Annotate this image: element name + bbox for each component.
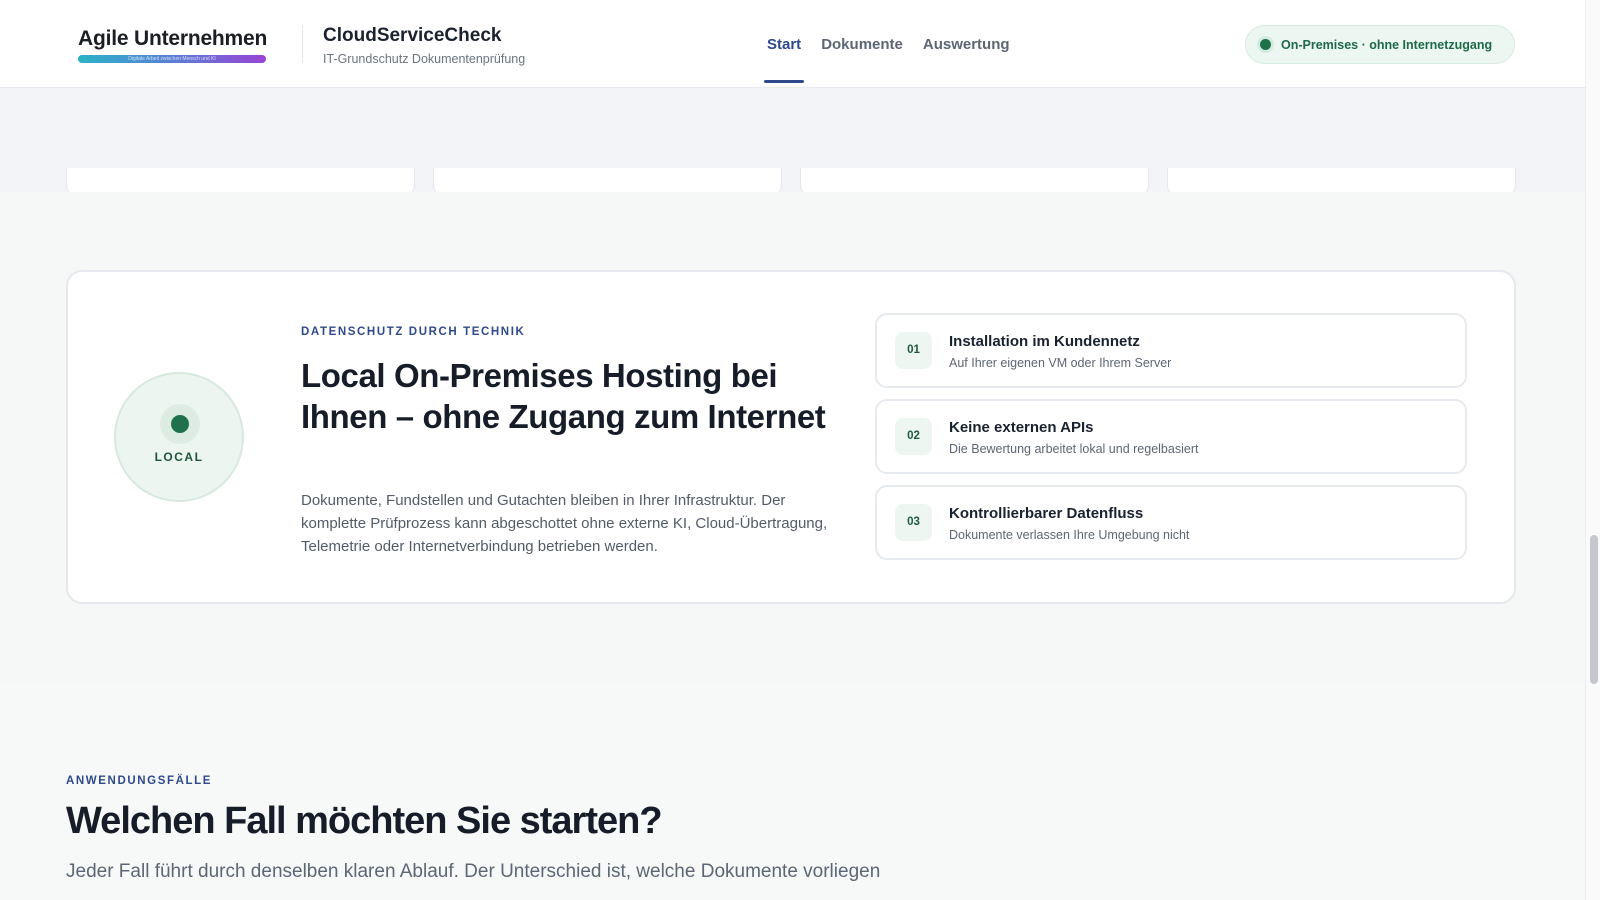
usecases-title: Welchen Fall möchten Sie starten? <box>66 800 663 842</box>
step-subtitle: Dokumente verlassen Ihre Umgebung nicht <box>949 528 1190 542</box>
step-title: Installation im Kundennetz <box>949 333 1140 350</box>
brand-title: CloudServiceCheck <box>323 25 502 46</box>
step-title: Kontrollierbarer Datenfluss <box>949 505 1144 522</box>
step-number: 01 <box>895 332 932 369</box>
local-description: Dokumente, Fundstellen und Gutachten ble… <box>301 492 828 555</box>
usecases-section: Anwendungsfälle Welchen Fall möchten Sie… <box>66 775 1466 883</box>
step-number: 02 <box>895 418 932 455</box>
header-divider <box>302 25 303 63</box>
brand: CloudServiceCheck IT-Grundschutz Dokumen… <box>323 25 525 66</box>
step-card: 01 Installation im Kundennetz Auf Ihrer … <box>875 313 1467 388</box>
step-subtitle: Die Bewertung arbeitet lokal und regelba… <box>949 442 1199 456</box>
local-label: LOCAL <box>154 450 204 464</box>
nav-auswertung[interactable]: Auswertung <box>923 0 1010 88</box>
scrollbar-thumb[interactable] <box>1590 535 1598 684</box>
page-scrollbar[interactable] <box>1585 0 1600 900</box>
brand-subtitle: IT-Grundschutz Dokumentenprüfung <box>323 52 526 66</box>
main-nav: Start Dokumente Auswertung <box>763 0 1030 88</box>
logo-text: Agile Unternehmen <box>78 27 268 50</box>
local-steps: 01 Installation im Kundennetz Auf Ihrer … <box>875 313 1467 571</box>
step-card: 03 Kontrollierbarer Datenfluss Dokumente… <box>875 485 1467 560</box>
usecases-subtitle: Jeder Fall führt durch denselben klaren … <box>66 861 881 882</box>
nav-start[interactable]: Start <box>763 0 805 88</box>
usecases-eyebrow: Anwendungsfälle <box>66 775 213 787</box>
local-indicator-icon <box>160 404 200 444</box>
logo-tagline: Digitale Arbeit zwischen Mensch und KI <box>78 55 266 63</box>
nav-dokumente[interactable]: Dokumente <box>821 0 903 88</box>
status-badge: On-Premises · ohne Internetzugang <box>1245 25 1515 64</box>
status-text: On-Premises · ohne Internetzugang <box>1281 37 1493 52</box>
status-dot-icon <box>1260 39 1271 50</box>
feature-cards-band <box>0 88 1585 197</box>
step-title: Keine externen APIs <box>949 419 1094 436</box>
local-dot <box>171 415 189 433</box>
top-header: Agile Unternehmen Digitale Arbeit zwisch… <box>0 0 1585 88</box>
step-card: 02 Keine externen APIs Die Bewertung arb… <box>875 399 1467 474</box>
local-title: Local On-Premises Hosting bei Ihnen – oh… <box>301 357 826 435</box>
agile-unternehmen-logo[interactable]: Agile Unternehmen Digitale Arbeit zwisch… <box>78 27 272 63</box>
step-subtitle: Auf Ihrer eigenen VM oder Ihrem Server <box>949 356 1172 370</box>
step-number: 03 <box>895 504 932 541</box>
local-badge: LOCAL <box>114 372 244 502</box>
local-eyebrow: Datenschutz durch Technik <box>301 326 526 338</box>
